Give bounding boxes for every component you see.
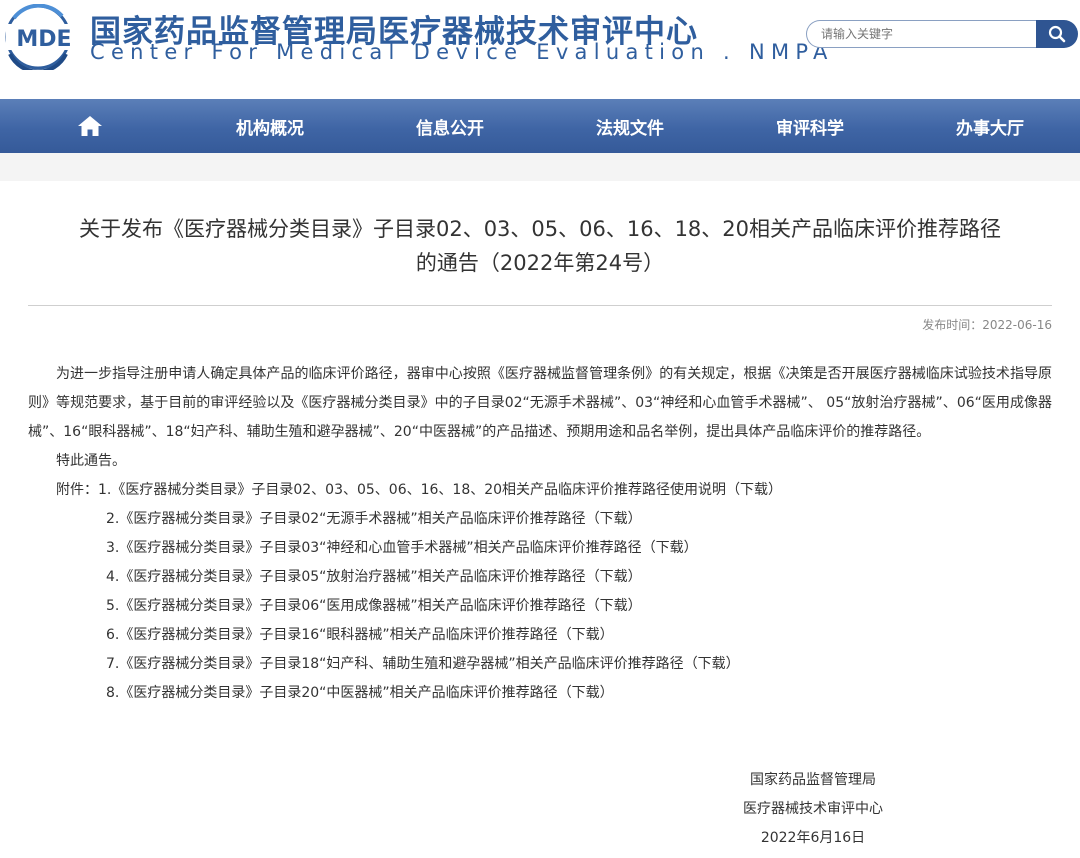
- search-button[interactable]: [1036, 20, 1078, 48]
- attachment-title: 1.《医疗器械分类目录》子目录02、03、05、06、16、18、20相关产品临…: [98, 482, 727, 498]
- main-nav: 机构概况 信息公开 法规文件 审评科学 办事大厅: [0, 99, 1080, 153]
- attachment-title: 8.《医疗器械分类目录》子目录20“中医器械”相关产品临床评价推荐路径: [106, 685, 558, 701]
- attachment-item: 附件：1.《医疗器械分类目录》子目录02、03、05、06、16、18、20相关…: [28, 476, 1052, 505]
- nav-item-review-science[interactable]: 审评科学: [720, 99, 900, 153]
- attachment-item: 7.《医疗器械分类目录》子目录18“妇产科、辅助生殖和避孕器械”相关产品临床评价…: [28, 650, 1052, 679]
- attachment-item: 5.《医疗器械分类目录》子目录06“医用成像器械”相关产品临床评价推荐路径（下载…: [28, 592, 1052, 621]
- attachment-title: 3.《医疗器械分类目录》子目录03“神经和心血管手术器械”相关产品临床评价推荐路…: [106, 540, 642, 556]
- attachment-download-link[interactable]: （下载）: [558, 685, 614, 701]
- notice-text: 特此通告。: [56, 453, 126, 469]
- attachment-item: 4.《医疗器械分类目录》子目录05“放射治疗器械”相关产品临床评价推荐路径（下载…: [28, 563, 1052, 592]
- attachment-download-link[interactable]: （下载）: [586, 511, 642, 527]
- attachment-download-link[interactable]: （下载）: [586, 569, 642, 585]
- search-input[interactable]: [806, 20, 1038, 48]
- publish-date: 发布时间：2022-06-16: [922, 316, 1052, 333]
- attachment-title: 2.《医疗器械分类目录》子目录02“无源手术器械”相关产品临床评价推荐路径: [106, 511, 586, 527]
- title-divider: [28, 305, 1052, 306]
- attachment-title: 6.《医疗器械分类目录》子目录16“眼科器械”相关产品临床评价推荐路径: [106, 627, 558, 643]
- home-icon: [78, 116, 102, 136]
- signature-org-1: 国家药品监督管理局: [750, 772, 876, 788]
- mde-logo-icon[interactable]: MDE: [2, 4, 82, 70]
- svg-text:MDE: MDE: [16, 27, 71, 52]
- signature-date: 2022年6月16日: [760, 830, 866, 846]
- article-content: 为进一步指导注册申请人确定具体产品的临床评价路径，器审中心按照《医疗器械监督管理…: [28, 360, 1052, 708]
- attachment-title: 4.《医疗器械分类目录》子目录05“放射治疗器械”相关产品临床评价推荐路径: [106, 569, 586, 585]
- signature-block: 国家药品监督管理局 医疗器械技术审评中心 2022年6月16日: [700, 766, 926, 853]
- nav-item-information[interactable]: 信息公开: [360, 99, 540, 153]
- attachment-download-link[interactable]: （下载）: [642, 540, 698, 556]
- article-title: 关于发布《医疗器械分类目录》子目录02、03、05、06、16、18、20相关产…: [28, 212, 1052, 280]
- article-body: 为进一步指导注册申请人确定具体产品的临床评价路径，器审中心按照《医疗器械监督管理…: [28, 366, 1052, 440]
- attachment-item: 6.《医疗器械分类目录》子目录16“眼科器械”相关产品临床评价推荐路径（下载）: [28, 621, 1052, 650]
- publish-date-value: 2022-06-16: [982, 318, 1052, 332]
- nav-item-service-hall[interactable]: 办事大厅: [900, 99, 1080, 153]
- nav-item-regulations[interactable]: 法规文件: [540, 99, 720, 153]
- attachment-item: 2.《医疗器械分类目录》子目录02“无源手术器械”相关产品临床评价推荐路径（下载…: [28, 505, 1052, 534]
- attachment-item: 3.《医疗器械分类目录》子目录03“神经和心血管手术器械”相关产品临床评价推荐路…: [28, 534, 1052, 563]
- attachment-item: 8.《医疗器械分类目录》子目录20“中医器械”相关产品临床评价推荐路径（下载）: [28, 679, 1052, 708]
- attachment-title: 5.《医疗器械分类目录》子目录06“医用成像器械”相关产品临床评价推荐路径: [106, 598, 586, 614]
- attachments-label: 附件：: [56, 482, 98, 498]
- publish-date-label: 发布时间：: [922, 318, 983, 332]
- search-icon: [1048, 25, 1066, 43]
- attachment-download-link[interactable]: （下载）: [684, 656, 740, 672]
- attachment-download-link[interactable]: （下载）: [558, 627, 614, 643]
- attachment-download-link[interactable]: （下载）: [586, 598, 642, 614]
- article-title-line-1: 关于发布《医疗器械分类目录》子目录02、03、05、06、16、18、20相关产…: [78, 217, 1002, 241]
- article-title-line-2: 的通告（2022年第24号）: [415, 251, 665, 275]
- nav-item-organization[interactable]: 机构概况: [180, 99, 360, 153]
- signature-org-2: 医疗器械技术审评中心: [743, 801, 883, 817]
- attachment-title: 7.《医疗器械分类目录》子目录18“妇产科、辅助生殖和避孕器械”相关产品临床评价…: [106, 656, 684, 672]
- attachment-download-link[interactable]: （下载）: [726, 482, 782, 498]
- nav-home[interactable]: [0, 99, 180, 153]
- site-title-en: Center For Medical Device Evaluation . N…: [90, 40, 834, 64]
- site-header: MDE 国家药品监督管理局医疗器械技术审评中心 Center For Medic…: [0, 0, 1080, 99]
- nav-shadow-band: [0, 153, 1080, 181]
